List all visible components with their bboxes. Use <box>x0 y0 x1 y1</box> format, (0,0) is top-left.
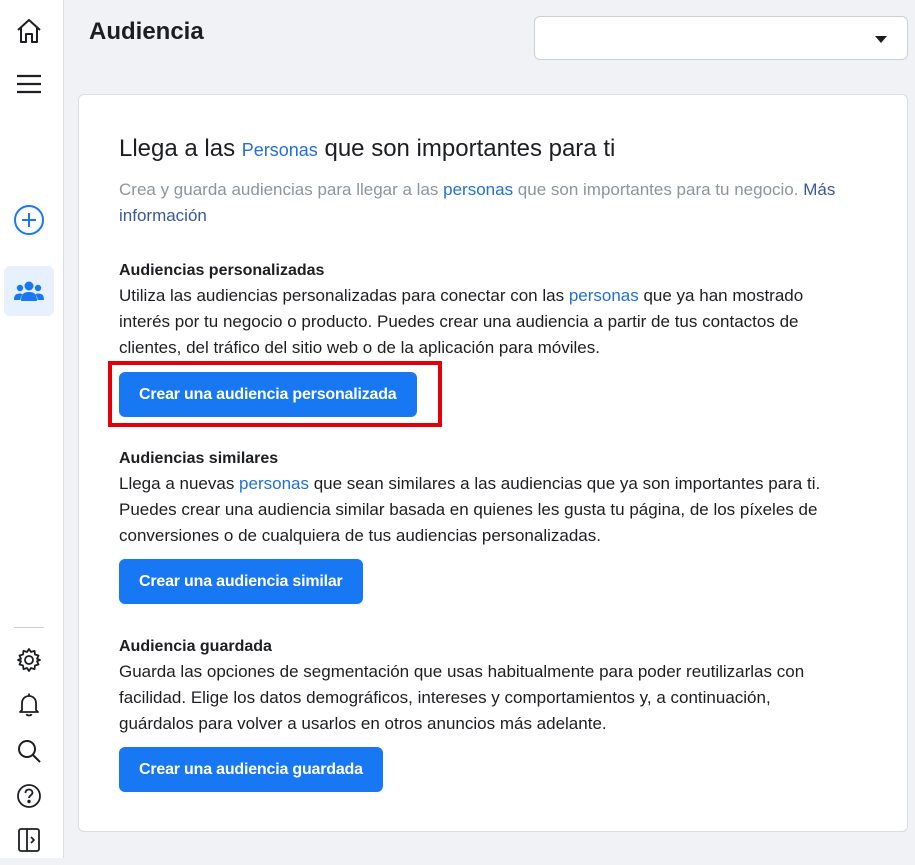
lookalike-audiences-title: Audiencias similares <box>119 450 279 467</box>
intro-text-pre: Crea y guarda audiencias para llegar a l… <box>119 180 444 199</box>
headline-text-pre: Llega a las <box>119 135 242 162</box>
headline-text-post: que son importantes para ti <box>317 135 616 162</box>
left-sidebar <box>0 0 64 858</box>
lookalike-personas-link[interactable]: personas <box>239 474 309 493</box>
notifications-icon[interactable] <box>4 680 54 730</box>
page-title: Audiencia <box>89 18 204 45</box>
intro-text-post: que son importantes para tu negocio. <box>513 180 804 199</box>
home-icon[interactable] <box>4 6 54 56</box>
settings-icon[interactable] <box>4 635 54 685</box>
audience-card: Llega a las Personas que son importantes… <box>78 94 908 832</box>
create-saved-audience-button[interactable]: Crear una audiencia guardada <box>119 747 383 792</box>
custom-audiences-description: Utiliza las audiencias personalizadas pa… <box>119 283 849 361</box>
headline-personas-link[interactable]: Personas <box>242 140 318 160</box>
intro-personas-link[interactable]: personas <box>443 180 513 199</box>
menu-icon[interactable] <box>4 59 54 109</box>
saved-audience-title: Audiencia guardada <box>119 638 272 655</box>
saved-audience-description: Guarda las opciones de segmentación que … <box>119 662 805 733</box>
lookalike-desc-pre: Llega a nuevas <box>119 474 240 493</box>
custom-personas-link[interactable]: personas <box>569 286 639 305</box>
card-headline: Llega a las Personas que son importantes… <box>119 135 615 163</box>
create-lookalike-audience-button[interactable]: Crear una audiencia similar <box>119 559 363 604</box>
card-intro: Crea y guarda audiencias para llegar a l… <box>119 177 869 229</box>
help-icon[interactable] <box>4 771 54 821</box>
caret-down-icon <box>875 36 887 43</box>
create-icon[interactable] <box>4 195 54 245</box>
create-custom-audience-button[interactable]: Crear una audiencia personalizada <box>119 372 417 417</box>
search-icon[interactable] <box>4 726 54 776</box>
audience-icon[interactable] <box>4 266 54 316</box>
sidebar-divider <box>14 627 44 628</box>
custom-desc-pre: Utiliza las audiencias personalizadas pa… <box>119 286 569 305</box>
lookalike-audiences-description: Llega a nuevas personas que sean similar… <box>119 471 849 549</box>
custom-audiences-title: Audiencias personalizadas <box>119 262 325 279</box>
account-dropdown[interactable] <box>534 16 908 60</box>
